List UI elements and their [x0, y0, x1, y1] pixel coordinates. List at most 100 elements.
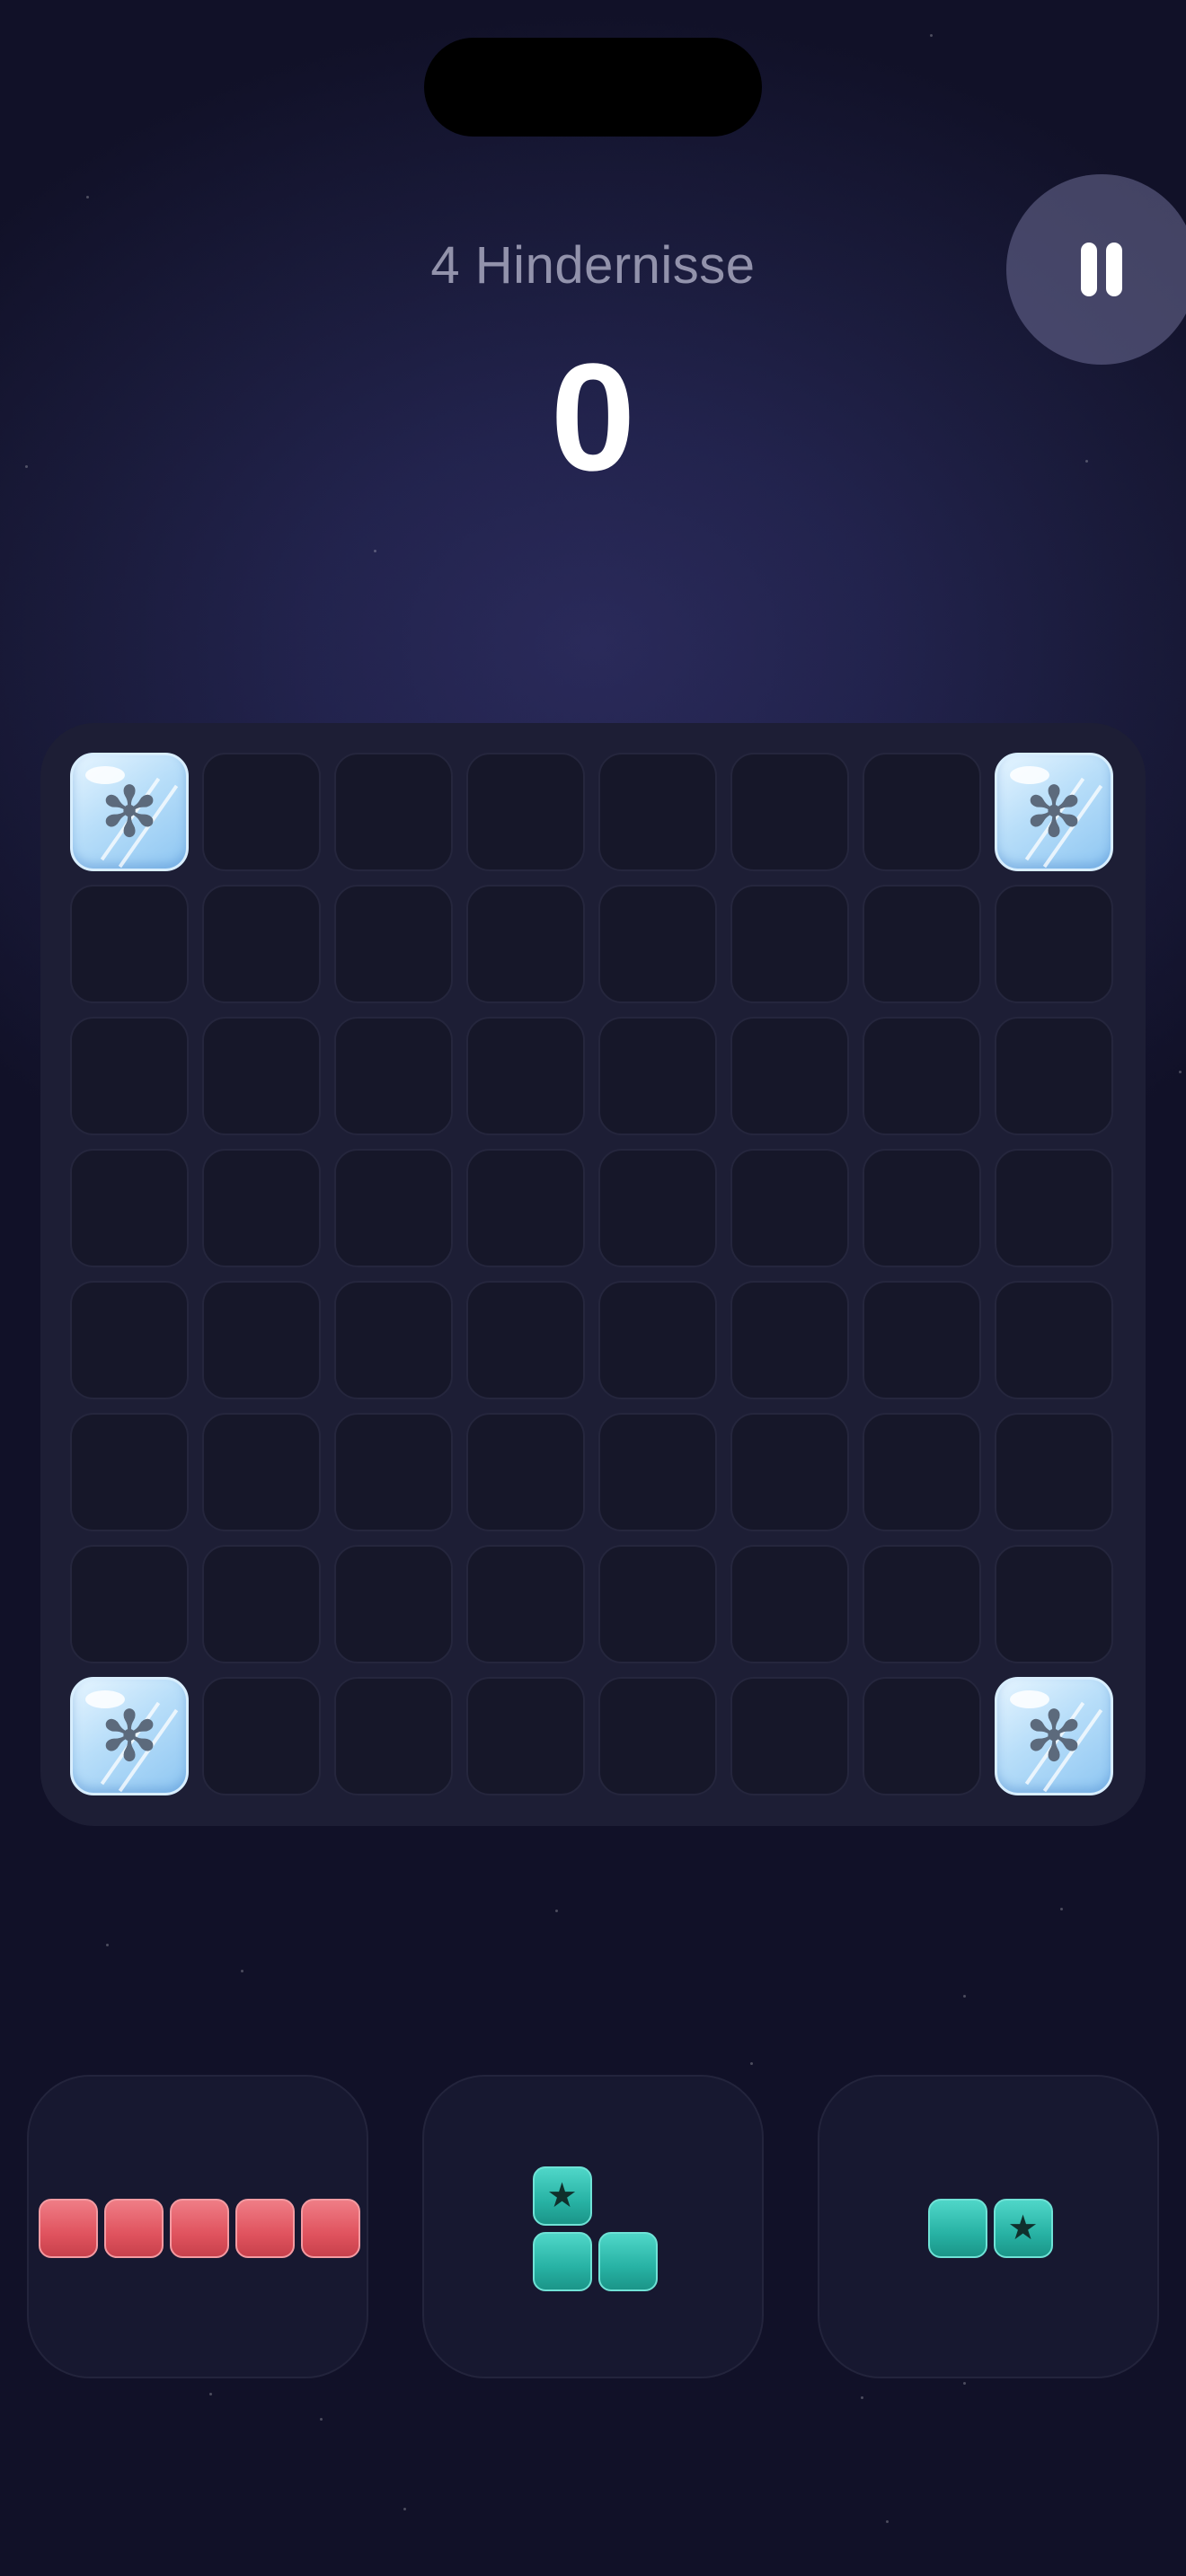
- board-cell[interactable]: [466, 885, 585, 1003]
- board-cell[interactable]: [202, 753, 321, 871]
- background-star: [403, 2508, 406, 2510]
- board-cell[interactable]: [70, 1545, 189, 1663]
- board-cell[interactable]: [730, 1413, 849, 1531]
- board-cell[interactable]: [202, 1149, 321, 1267]
- board-cell[interactable]: [202, 1677, 321, 1795]
- ice-obstacle-cell[interactable]: ✻: [995, 753, 1113, 871]
- board-cell[interactable]: [466, 1149, 585, 1267]
- board-cell[interactable]: [995, 1281, 1113, 1399]
- board-cell[interactable]: [334, 1545, 453, 1663]
- piece-slot-2[interactable]: ★: [422, 2075, 764, 2378]
- background-star: [930, 34, 933, 37]
- board-cell[interactable]: [598, 1149, 717, 1267]
- board-cell[interactable]: [598, 1545, 717, 1663]
- board-cell[interactable]: [995, 885, 1113, 1003]
- dynamic-island: [424, 38, 762, 137]
- board-cell[interactable]: [730, 1017, 849, 1135]
- board-cell[interactable]: [598, 885, 717, 1003]
- star-icon: ★: [546, 2176, 578, 2215]
- background-star: [320, 2418, 323, 2421]
- board-cell[interactable]: [70, 1149, 189, 1267]
- piece-red-line-5-block[interactable]: [235, 2199, 295, 2258]
- piece-red-line-5-block[interactable]: [170, 2199, 229, 2258]
- board-cell[interactable]: [334, 753, 453, 871]
- star-icon: ★: [1007, 2210, 1039, 2247]
- board-cell[interactable]: [598, 1677, 717, 1795]
- board-cell[interactable]: [995, 1149, 1113, 1267]
- piece-red-line-5-block[interactable]: [104, 2199, 164, 2258]
- background-star: [1060, 1908, 1063, 1910]
- background-star: [886, 2520, 889, 2523]
- piece-red-line-5-block[interactable]: [39, 2199, 98, 2258]
- background-star: [963, 1995, 966, 1998]
- piece-teal-domino-block[interactable]: ★: [993, 2199, 1053, 2258]
- background-star: [86, 196, 89, 198]
- board-cell[interactable]: [202, 1545, 321, 1663]
- board-cell[interactable]: [863, 885, 981, 1003]
- snowflake-icon: ✻: [100, 772, 159, 851]
- piece-slot-3[interactable]: ★: [818, 2075, 1159, 2378]
- board-cell[interactable]: [598, 1017, 717, 1135]
- board-cell[interactable]: [598, 753, 717, 871]
- background-star: [861, 2396, 863, 2399]
- game-board: ✻ ✻ ✻ ✻: [40, 723, 1146, 1826]
- piece-teal-domino-block[interactable]: [927, 2199, 987, 2258]
- board-cell[interactable]: [598, 1281, 717, 1399]
- board-cell[interactable]: [334, 1413, 453, 1531]
- board-cell[interactable]: [202, 1413, 321, 1531]
- board-cell[interactable]: [70, 1413, 189, 1531]
- board-cell[interactable]: [70, 1017, 189, 1135]
- piece-red-line-5-block[interactable]: [301, 2199, 360, 2258]
- ice-obstacle-cell[interactable]: ✻: [70, 1677, 189, 1795]
- board-cell[interactable]: [730, 1281, 849, 1399]
- board-cell[interactable]: [334, 1149, 453, 1267]
- snowflake-icon: ✻: [1024, 1697, 1084, 1776]
- board-cell[interactable]: [466, 1017, 585, 1135]
- background-star: [1179, 1071, 1182, 1073]
- board-cell[interactable]: [598, 1413, 717, 1531]
- background-star: [209, 2393, 212, 2395]
- board-cell[interactable]: [730, 1677, 849, 1795]
- board-cell[interactable]: [995, 1545, 1113, 1663]
- board-cell[interactable]: [995, 1413, 1113, 1531]
- board-cell[interactable]: [334, 1281, 453, 1399]
- piece-teal-corner-block[interactable]: [532, 2231, 592, 2291]
- board-cell[interactable]: [863, 1017, 981, 1135]
- board-cell[interactable]: [466, 1413, 585, 1531]
- ice-obstacle-cell[interactable]: ✻: [995, 1677, 1113, 1795]
- board-cell[interactable]: [466, 1677, 585, 1795]
- board-cell[interactable]: [334, 885, 453, 1003]
- background-star: [555, 1910, 558, 1912]
- board-cell[interactable]: [730, 753, 849, 871]
- board-cell[interactable]: [863, 753, 981, 871]
- board-cell[interactable]: [863, 1413, 981, 1531]
- board-cell[interactable]: [730, 1149, 849, 1267]
- board-cell[interactable]: [70, 1281, 189, 1399]
- board-cell[interactable]: [863, 1149, 981, 1267]
- board-cell[interactable]: [334, 1677, 453, 1795]
- board-cell[interactable]: [334, 1017, 453, 1135]
- board-cell[interactable]: [202, 1281, 321, 1399]
- board-cell[interactable]: [466, 1281, 585, 1399]
- ice-obstacle-cell[interactable]: ✻: [70, 753, 189, 871]
- board-cell[interactable]: [202, 1017, 321, 1135]
- board-cell[interactable]: [995, 1017, 1113, 1135]
- board-cell[interactable]: [70, 885, 189, 1003]
- snowflake-icon: ✻: [100, 1697, 159, 1776]
- background-star: [241, 1970, 243, 1972]
- background-star: [106, 1944, 109, 1946]
- pause-button[interactable]: [1006, 174, 1186, 365]
- piece-teal-corner-block[interactable]: ★: [532, 2166, 592, 2226]
- board-cell[interactable]: [863, 1545, 981, 1663]
- board-cell[interactable]: [730, 885, 849, 1003]
- board-cell[interactable]: [202, 885, 321, 1003]
- board-cell[interactable]: [466, 753, 585, 871]
- piece-slot-1[interactable]: [27, 2075, 368, 2378]
- board-cell[interactable]: [863, 1281, 981, 1399]
- piece-teal-corner-block[interactable]: [597, 2231, 658, 2291]
- board-cell[interactable]: [863, 1677, 981, 1795]
- board-cell[interactable]: [730, 1545, 849, 1663]
- score-display: 0: [550, 332, 636, 503]
- board-cell[interactable]: [466, 1545, 585, 1663]
- background-star: [750, 2062, 753, 2065]
